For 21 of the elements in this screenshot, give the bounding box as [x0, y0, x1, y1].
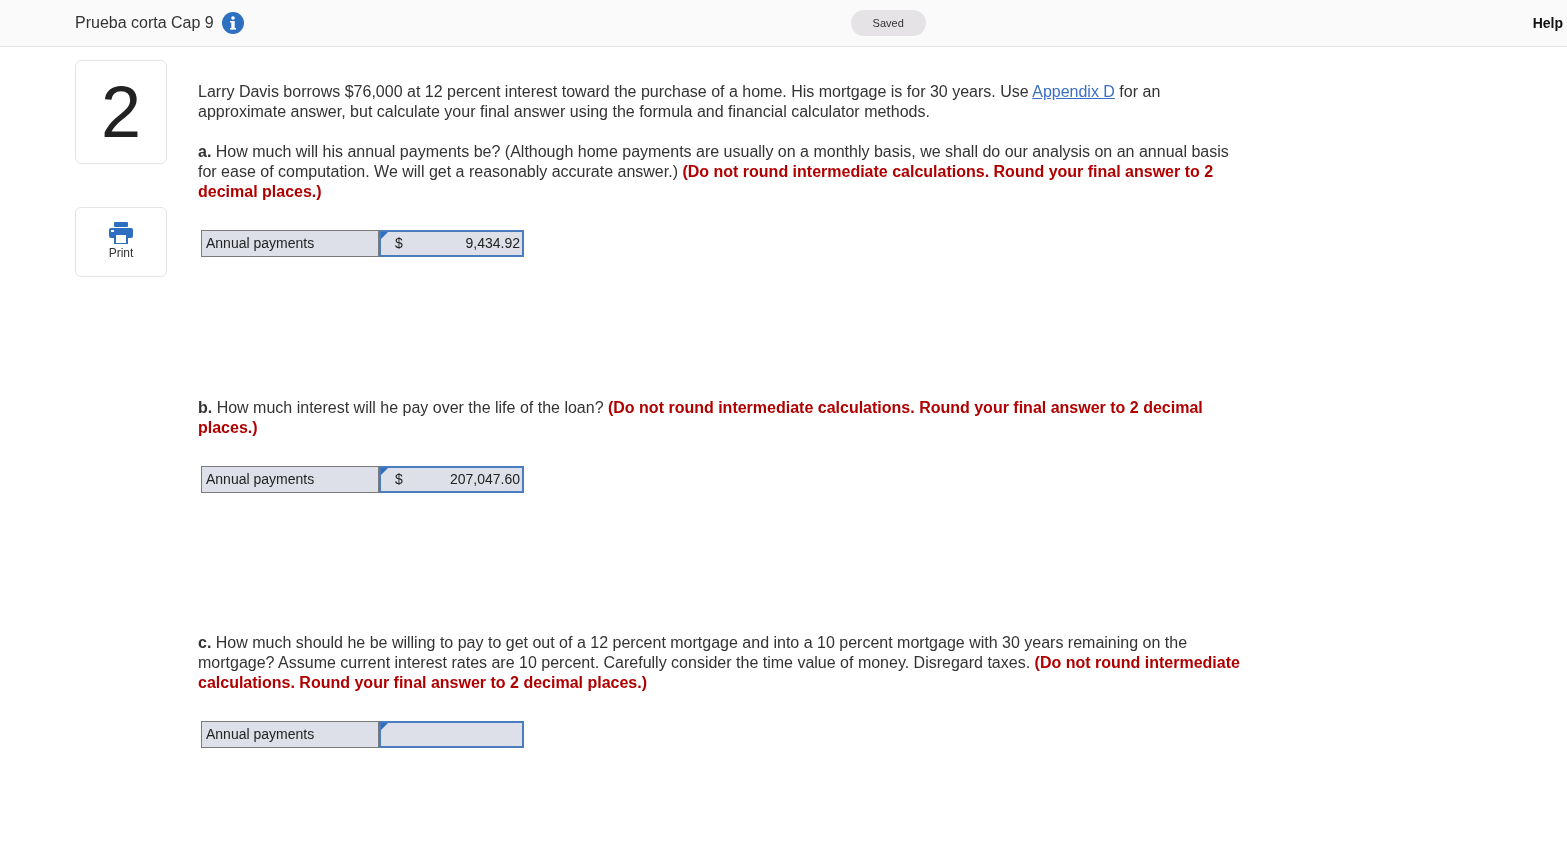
print-button[interactable]: Print [75, 207, 167, 277]
question-text: a. How much will his annual payments be? (Although home payments are usually on a monthly basis, we shall do our analysis on an annual basis for ease of computation. We will get a reasonably accurate answer.) (Do not round intermediate calculations. Round your final answer to 2 decimal places.) [198, 142, 1230, 202]
answer-field[interactable]: $ 9,434.92 [379, 230, 524, 257]
saved-status: Saved [850, 9, 926, 37]
flag-icon [381, 723, 388, 730]
flag-icon [381, 468, 388, 475]
appendix-link[interactable]: Appendix D [1032, 83, 1115, 100]
quiz-title: Prueba corta Cap 9 [75, 13, 214, 33]
answer-label: Annual payments [201, 721, 379, 748]
info-icon[interactable] [221, 12, 244, 34]
printer-icon [109, 222, 133, 244]
answer-label: Annual payments [201, 230, 379, 257]
help-link[interactable]: Help [1532, 12, 1563, 34]
answer-field[interactable] [379, 721, 524, 748]
flag-icon [381, 232, 388, 239]
answer-label: Annual payments [201, 466, 379, 493]
answer-field[interactable]: $ 207,047.60 [379, 466, 524, 493]
question-text: Larry Davis borrows $76,000 at 12 percent interest toward the purchase of a home. His mortgage is for 30 years. Use Appendix D for an approximate answer, but calculate your final answer using the formula and financial calculator methods. [198, 82, 1162, 122]
question-number: 2 [75, 60, 167, 164]
question-text: b. How much interest will he pay over the life of the loan? (Do not round intermediate calculations. Round your final answer to 2 decimal places.) [198, 398, 1204, 438]
question-text: c. How much should he be willing to pay to get out of a 12 percent mortgage and into a 10 percent mortgage with 30 years remaining on the mortgage? Assume current interest rates are 10 percent. Carefully consider the time value of money. Disregard taxes. (Do not round intermediate calculations. Round your final answer to 2 decimal places.) [198, 633, 1241, 693]
